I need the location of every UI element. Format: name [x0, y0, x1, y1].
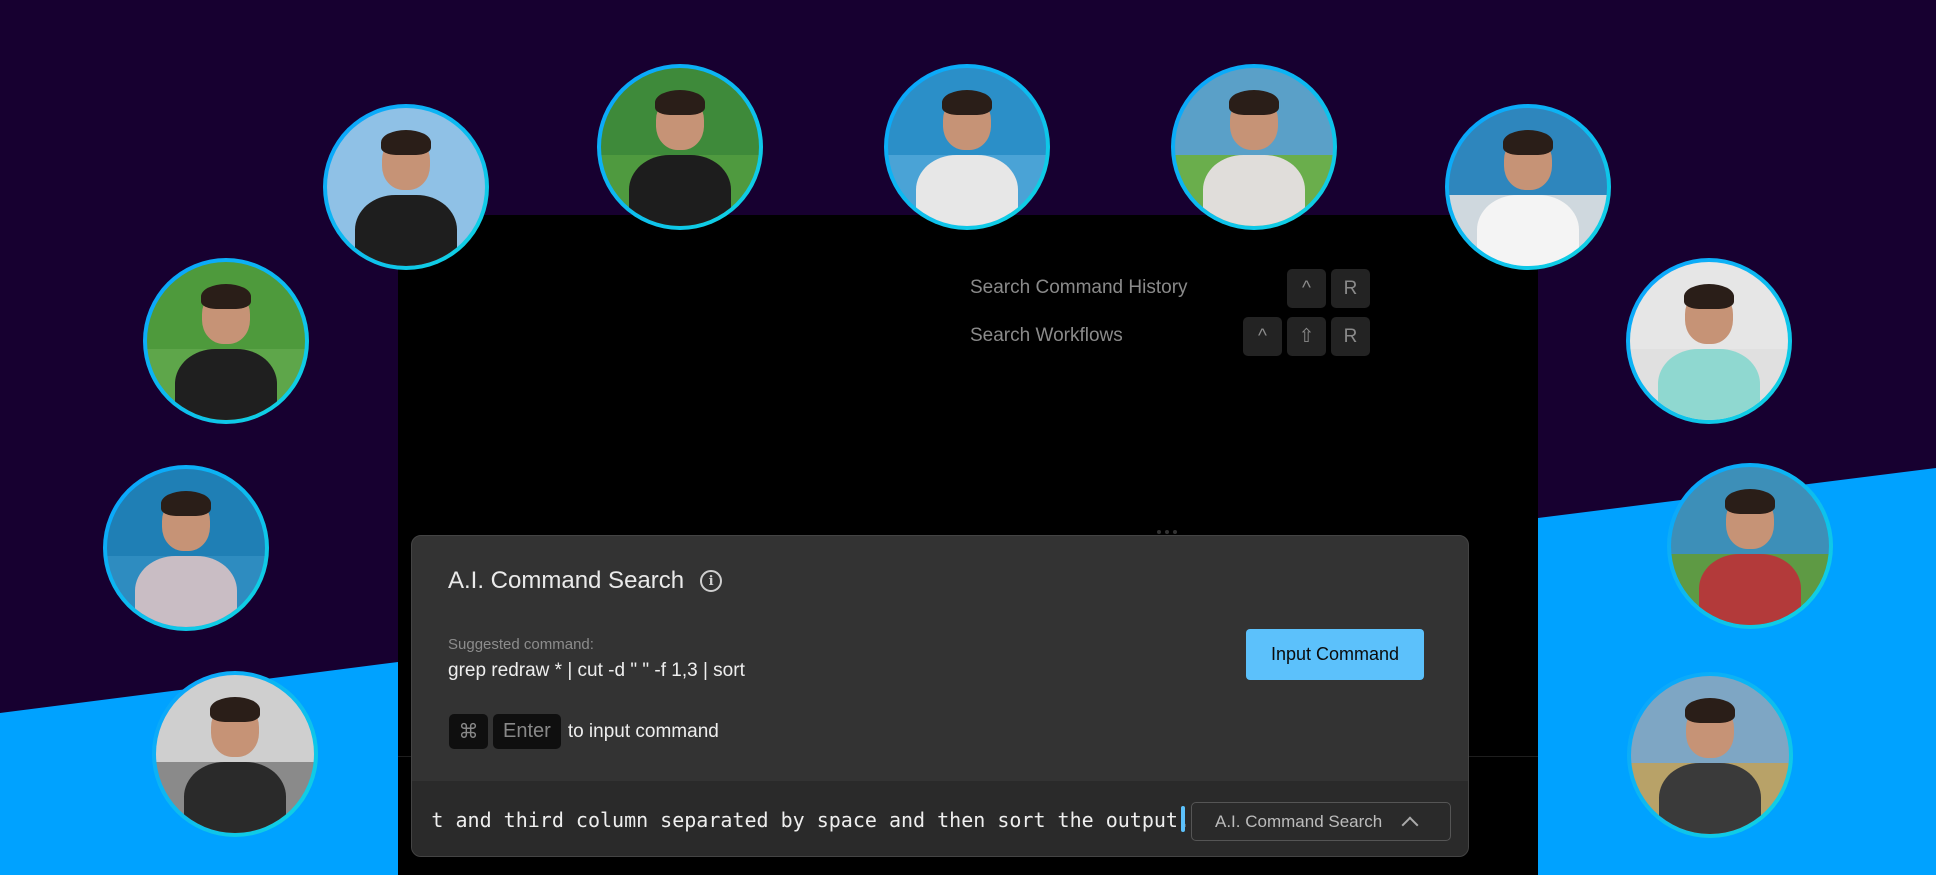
team-photo-11 — [143, 258, 309, 424]
mode-label: A.I. Command Search — [1215, 811, 1383, 831]
team-photo-8 — [1627, 672, 1793, 838]
control-key-icon: ^ — [1287, 269, 1326, 308]
enter-key: Enter — [493, 714, 561, 749]
suggested-command-label: Suggested command: — [448, 636, 594, 653]
shortcut-list: Search Command History ^ R Search Workfl… — [970, 264, 1370, 360]
team-photo-10 — [103, 465, 269, 631]
mode-selector-button[interactable]: A.I. Command Search — [1191, 802, 1451, 841]
chevron-up-icon — [1401, 816, 1419, 833]
command-key-icon: ⌘ — [449, 714, 488, 749]
team-photo-6 — [1626, 258, 1792, 424]
ai-command-search-panel: A.I. Command Search i Suggested command:… — [411, 535, 1469, 857]
hint-text: to input command — [567, 720, 719, 742]
key-r: R — [1331, 269, 1370, 308]
input-bar: t and third column separated by space an… — [412, 781, 1468, 856]
control-key-icon: ^ — [1243, 317, 1282, 356]
key-r: R — [1331, 317, 1370, 356]
team-photo-2 — [597, 64, 763, 230]
shortcut-search-history[interactable]: Search Command History ^ R — [970, 264, 1370, 312]
team-photo-7 — [1667, 463, 1833, 629]
text-cursor — [1181, 806, 1185, 832]
shortcut-label: Search Command History — [970, 277, 1188, 298]
shortcut-search-workflows[interactable]: Search Workflows ^ ⇧ R — [970, 312, 1370, 360]
shortcut-keys: ^ R — [1287, 269, 1370, 308]
shortcut-keys: ^ ⇧ R — [1243, 317, 1370, 356]
team-photo-1 — [323, 104, 489, 270]
shortcut-label: Search Workflows — [970, 325, 1123, 346]
team-photo-5 — [1445, 104, 1611, 270]
suggested-command: grep redraw * | cut -d " " -f 1,3 | sort — [448, 660, 745, 681]
panel-title-text: A.I. Command Search — [448, 567, 685, 594]
keyboard-hint: ⌘ Enter to input command — [449, 714, 719, 749]
team-photo-9 — [152, 671, 318, 837]
input-command-button[interactable]: Input Command — [1246, 629, 1424, 680]
team-photo-4 — [1171, 64, 1337, 230]
info-icon[interactable]: i — [700, 570, 723, 592]
ai-query-text: t and third column separated by space an… — [431, 808, 1190, 832]
shift-key-icon: ⇧ — [1287, 317, 1326, 356]
team-photo-3 — [884, 64, 1050, 230]
ai-query-input[interactable]: t and third column separated by space an… — [430, 803, 1190, 837]
panel-title: A.I. Command Search i — [448, 567, 723, 595]
resize-handle[interactable] — [1157, 530, 1177, 534]
